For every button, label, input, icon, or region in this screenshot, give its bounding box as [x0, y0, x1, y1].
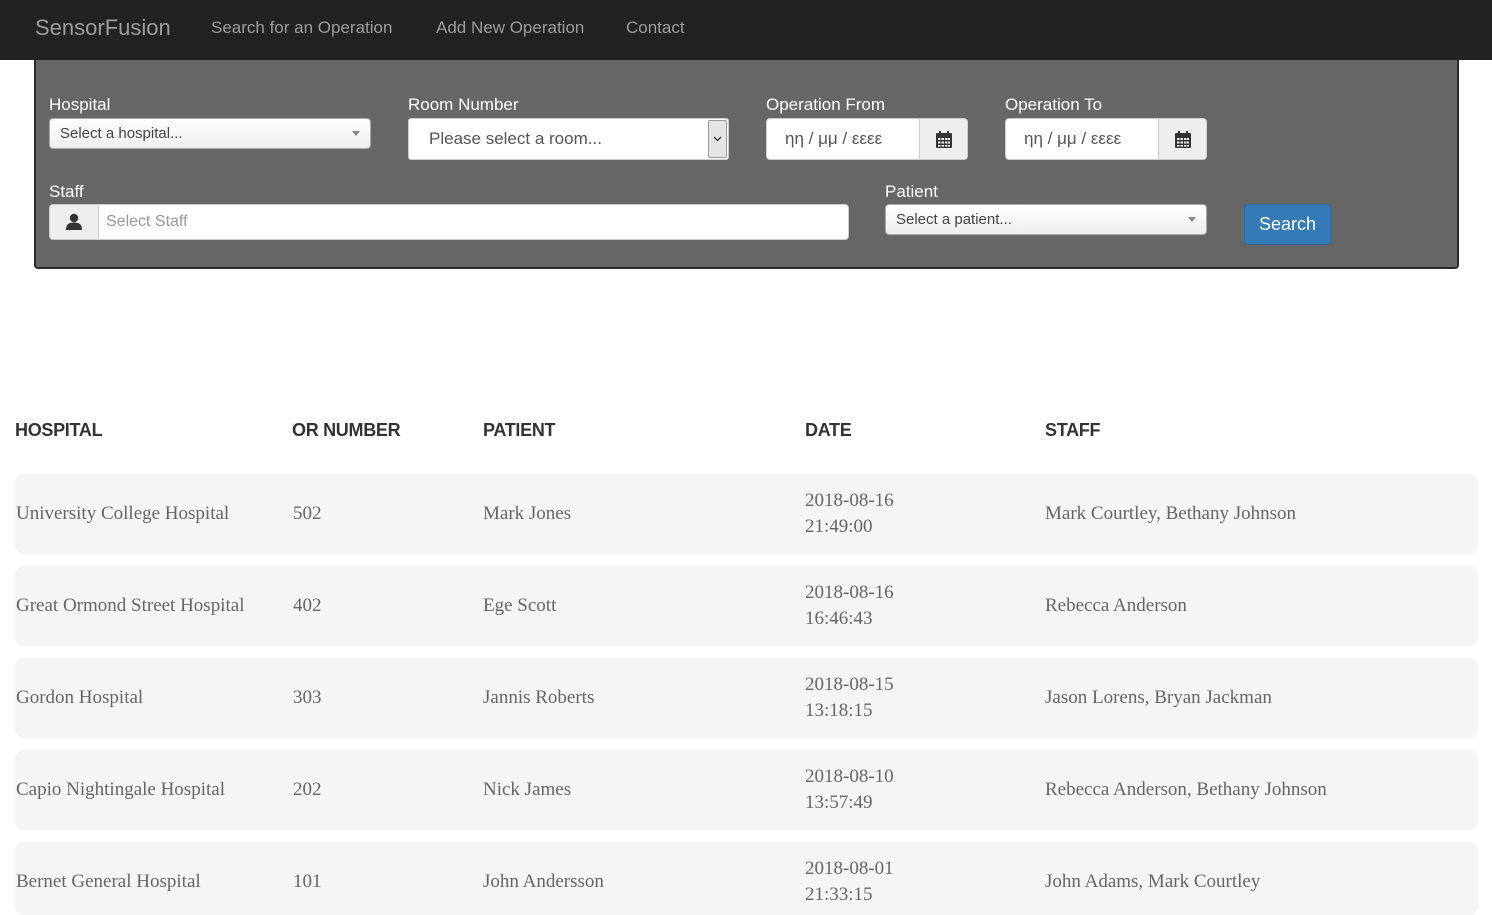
table-row[interactable]: Great Ormond Street Hospital 402 Ege Sco…	[15, 566, 1478, 646]
cell-staff: Jason Lorens, Bryan Jackman	[1045, 687, 1272, 708]
header-staff: STAFF	[1045, 420, 1101, 440]
cell-hospital: Capio Nightingale Hospital	[16, 779, 225, 800]
chevron-down-icon[interactable]	[708, 120, 727, 158]
cell-patient: Mark Jones	[483, 503, 572, 524]
calendar-icon	[1175, 131, 1191, 148]
patient-select-value: Select a patient...	[896, 211, 1012, 228]
operation-to-input[interactable]: ηη / μμ / εεεε	[1005, 118, 1159, 160]
operation-to-label: Operation To	[1005, 95, 1103, 114]
room-number-select[interactable]: Please select a room...	[408, 118, 729, 160]
cell-hospital: Great Ormond Street Hospital	[16, 595, 245, 616]
search-filter-panel: Hospital Select a hospital... Room Numbe…	[34, 60, 1459, 269]
operation-from-calendar-button[interactable]	[919, 118, 968, 160]
cell-or-number: 502	[293, 503, 322, 524]
cell-date: 2018-08-16	[805, 582, 894, 603]
table-row[interactable]: University College Hospital 502 Mark Jon…	[15, 474, 1478, 554]
cell-patient: Jannis Roberts	[483, 687, 595, 708]
cell-patient: Ege Scott	[483, 595, 557, 616]
cell-time: 21:33:15	[805, 884, 873, 905]
nav-add-operation[interactable]: Add New Operation	[436, 18, 584, 38]
operation-to-calendar-button[interactable]	[1158, 118, 1207, 160]
dropdown-arrow-icon	[1188, 217, 1196, 222]
operation-from-input[interactable]: ηη / μμ / εεεε	[766, 118, 920, 160]
hospital-select[interactable]: Select a hospital...	[49, 118, 371, 149]
nav-contact[interactable]: Contact	[626, 18, 685, 38]
cell-staff: John Adams, Mark Courtley	[1045, 871, 1261, 892]
cell-staff: Rebecca Anderson	[1045, 595, 1187, 616]
table-row[interactable]: Capio Nightingale Hospital 202 Nick Jame…	[15, 750, 1478, 830]
staff-input[interactable]: Select Staff	[98, 204, 849, 240]
cell-date: 2018-08-01	[805, 858, 894, 879]
header-patient: PATIENT	[483, 420, 556, 440]
table-row[interactable]: Bernet General Hospital 101 John Anderss…	[15, 842, 1478, 915]
patient-select[interactable]: Select a patient...	[885, 204, 1207, 235]
hospital-label: Hospital	[49, 95, 111, 114]
header-or-number: OR NUMBER	[292, 420, 401, 440]
cell-or-number: 303	[293, 687, 322, 708]
cell-date: 2018-08-15	[805, 674, 894, 695]
calendar-icon	[936, 131, 952, 148]
navbar: SensorFusion Search for an Operation Add…	[0, 0, 1492, 60]
cell-or-number: 402	[293, 595, 322, 616]
cell-patient: Nick James	[483, 779, 572, 800]
user-icon	[66, 213, 82, 230]
table-row[interactable]: Gordon Hospital 303 Jannis Roberts 2018-…	[15, 658, 1478, 738]
cell-date: 2018-08-10	[805, 766, 894, 787]
operation-from-label: Operation From	[766, 95, 886, 114]
cell-hospital: University College Hospital	[16, 503, 230, 524]
cell-staff: Rebecca Anderson, Bethany Johnson	[1045, 779, 1327, 800]
cell-time: 21:49:00	[805, 516, 873, 537]
cell-time: 16:46:43	[805, 608, 873, 629]
header-hospital: HOSPITAL	[15, 420, 103, 440]
header-date: DATE	[805, 420, 852, 440]
cell-hospital: Gordon Hospital	[16, 687, 144, 708]
room-number-label: Room Number	[408, 95, 519, 114]
staff-label: Staff	[49, 182, 84, 201]
search-button[interactable]: Search	[1244, 204, 1331, 245]
cell-or-number: 101	[293, 871, 322, 892]
nav-search-operation[interactable]: Search for an Operation	[211, 18, 392, 38]
brand-logo[interactable]: SensorFusion	[35, 15, 171, 41]
cell-hospital: Bernet General Hospital	[16, 871, 201, 892]
room-select-value: Please select a room...	[429, 129, 602, 148]
hospital-select-value: Select a hospital...	[60, 125, 183, 142]
dropdown-arrow-icon	[352, 131, 360, 136]
cell-or-number: 202	[293, 779, 322, 800]
cell-time: 13:18:15	[805, 700, 873, 721]
staff-addon	[49, 204, 99, 240]
cell-patient: John Andersson	[483, 871, 604, 892]
cell-staff: Mark Courtley, Bethany Johnson	[1045, 503, 1297, 524]
cell-date: 2018-08-16	[805, 490, 894, 511]
patient-label: Patient	[885, 182, 938, 201]
cell-time: 13:57:49	[805, 792, 873, 813]
